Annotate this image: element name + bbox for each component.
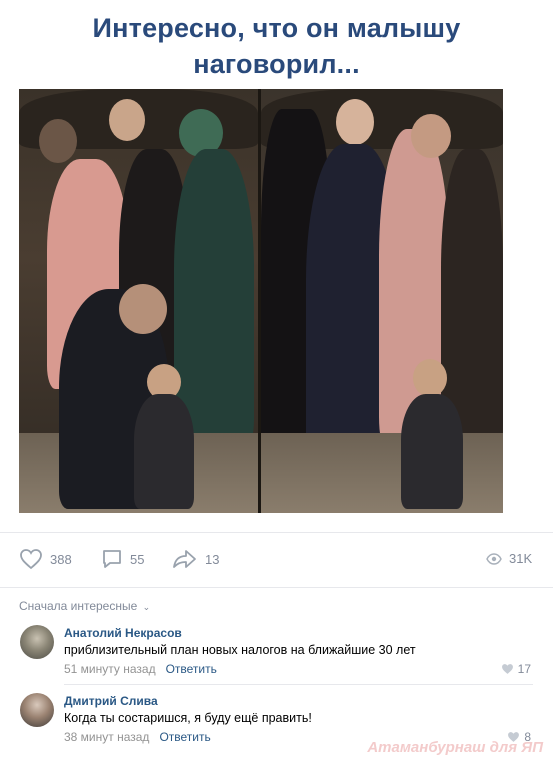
reply-button[interactable]: Ответить — [166, 662, 217, 676]
heart-icon — [501, 664, 513, 674]
post-photo[interactable] — [19, 89, 503, 513]
photo-panel-left — [19, 89, 258, 513]
views-counter: 31K — [486, 551, 532, 566]
share-count: 13 — [205, 551, 220, 567]
comment-author[interactable]: Дмитрий Слива — [64, 694, 158, 708]
chevron-down-icon: ⌄ — [142, 602, 151, 612]
comment-time[interactable]: 38 минут назад — [64, 730, 149, 744]
share-icon — [173, 550, 196, 568]
like-count: 388 — [50, 551, 72, 567]
comment-button[interactable]: 55 — [101, 548, 144, 570]
comment-count: 55 — [130, 551, 145, 567]
sort-label: Сначала интересные — [19, 599, 138, 613]
watermark: Атаманбурнаш для ЯП — [367, 739, 543, 756]
comment-like-count: 17 — [517, 662, 531, 676]
photo-panel-right — [261, 89, 503, 513]
post-title-line2: наговорил... — [193, 49, 360, 79]
heart-icon — [20, 549, 42, 570]
share-button[interactable]: 13 — [172, 548, 219, 570]
avatar[interactable] — [20, 625, 54, 659]
comment-text: приблизительный план новых налогов на бл… — [64, 643, 416, 657]
views-count: 31K — [509, 551, 533, 566]
post-title-line1: Интересно, что он малышу — [92, 13, 461, 43]
comment-time[interactable]: 51 минуту назад — [64, 662, 156, 676]
comment-divider — [64, 684, 533, 685]
comment-icon — [103, 550, 121, 568]
avatar[interactable] — [20, 693, 54, 727]
reply-button[interactable]: Ответить — [159, 730, 210, 744]
post-title: Интересно, что он малышу наговорил... — [0, 10, 553, 82]
comment-text: Когда ты состаришся, я буду ещё править! — [64, 711, 312, 725]
eye-icon — [486, 552, 502, 565]
post-actions-bar: 388 55 13 31K — [0, 532, 553, 588]
comments-sort-dropdown[interactable]: Сначала интересные ⌄ — [19, 599, 150, 613]
like-button[interactable]: 388 — [19, 548, 72, 570]
comment-author[interactable]: Анатолий Некрасов — [64, 626, 182, 640]
comment-like-button[interactable]: 17 — [501, 662, 531, 676]
